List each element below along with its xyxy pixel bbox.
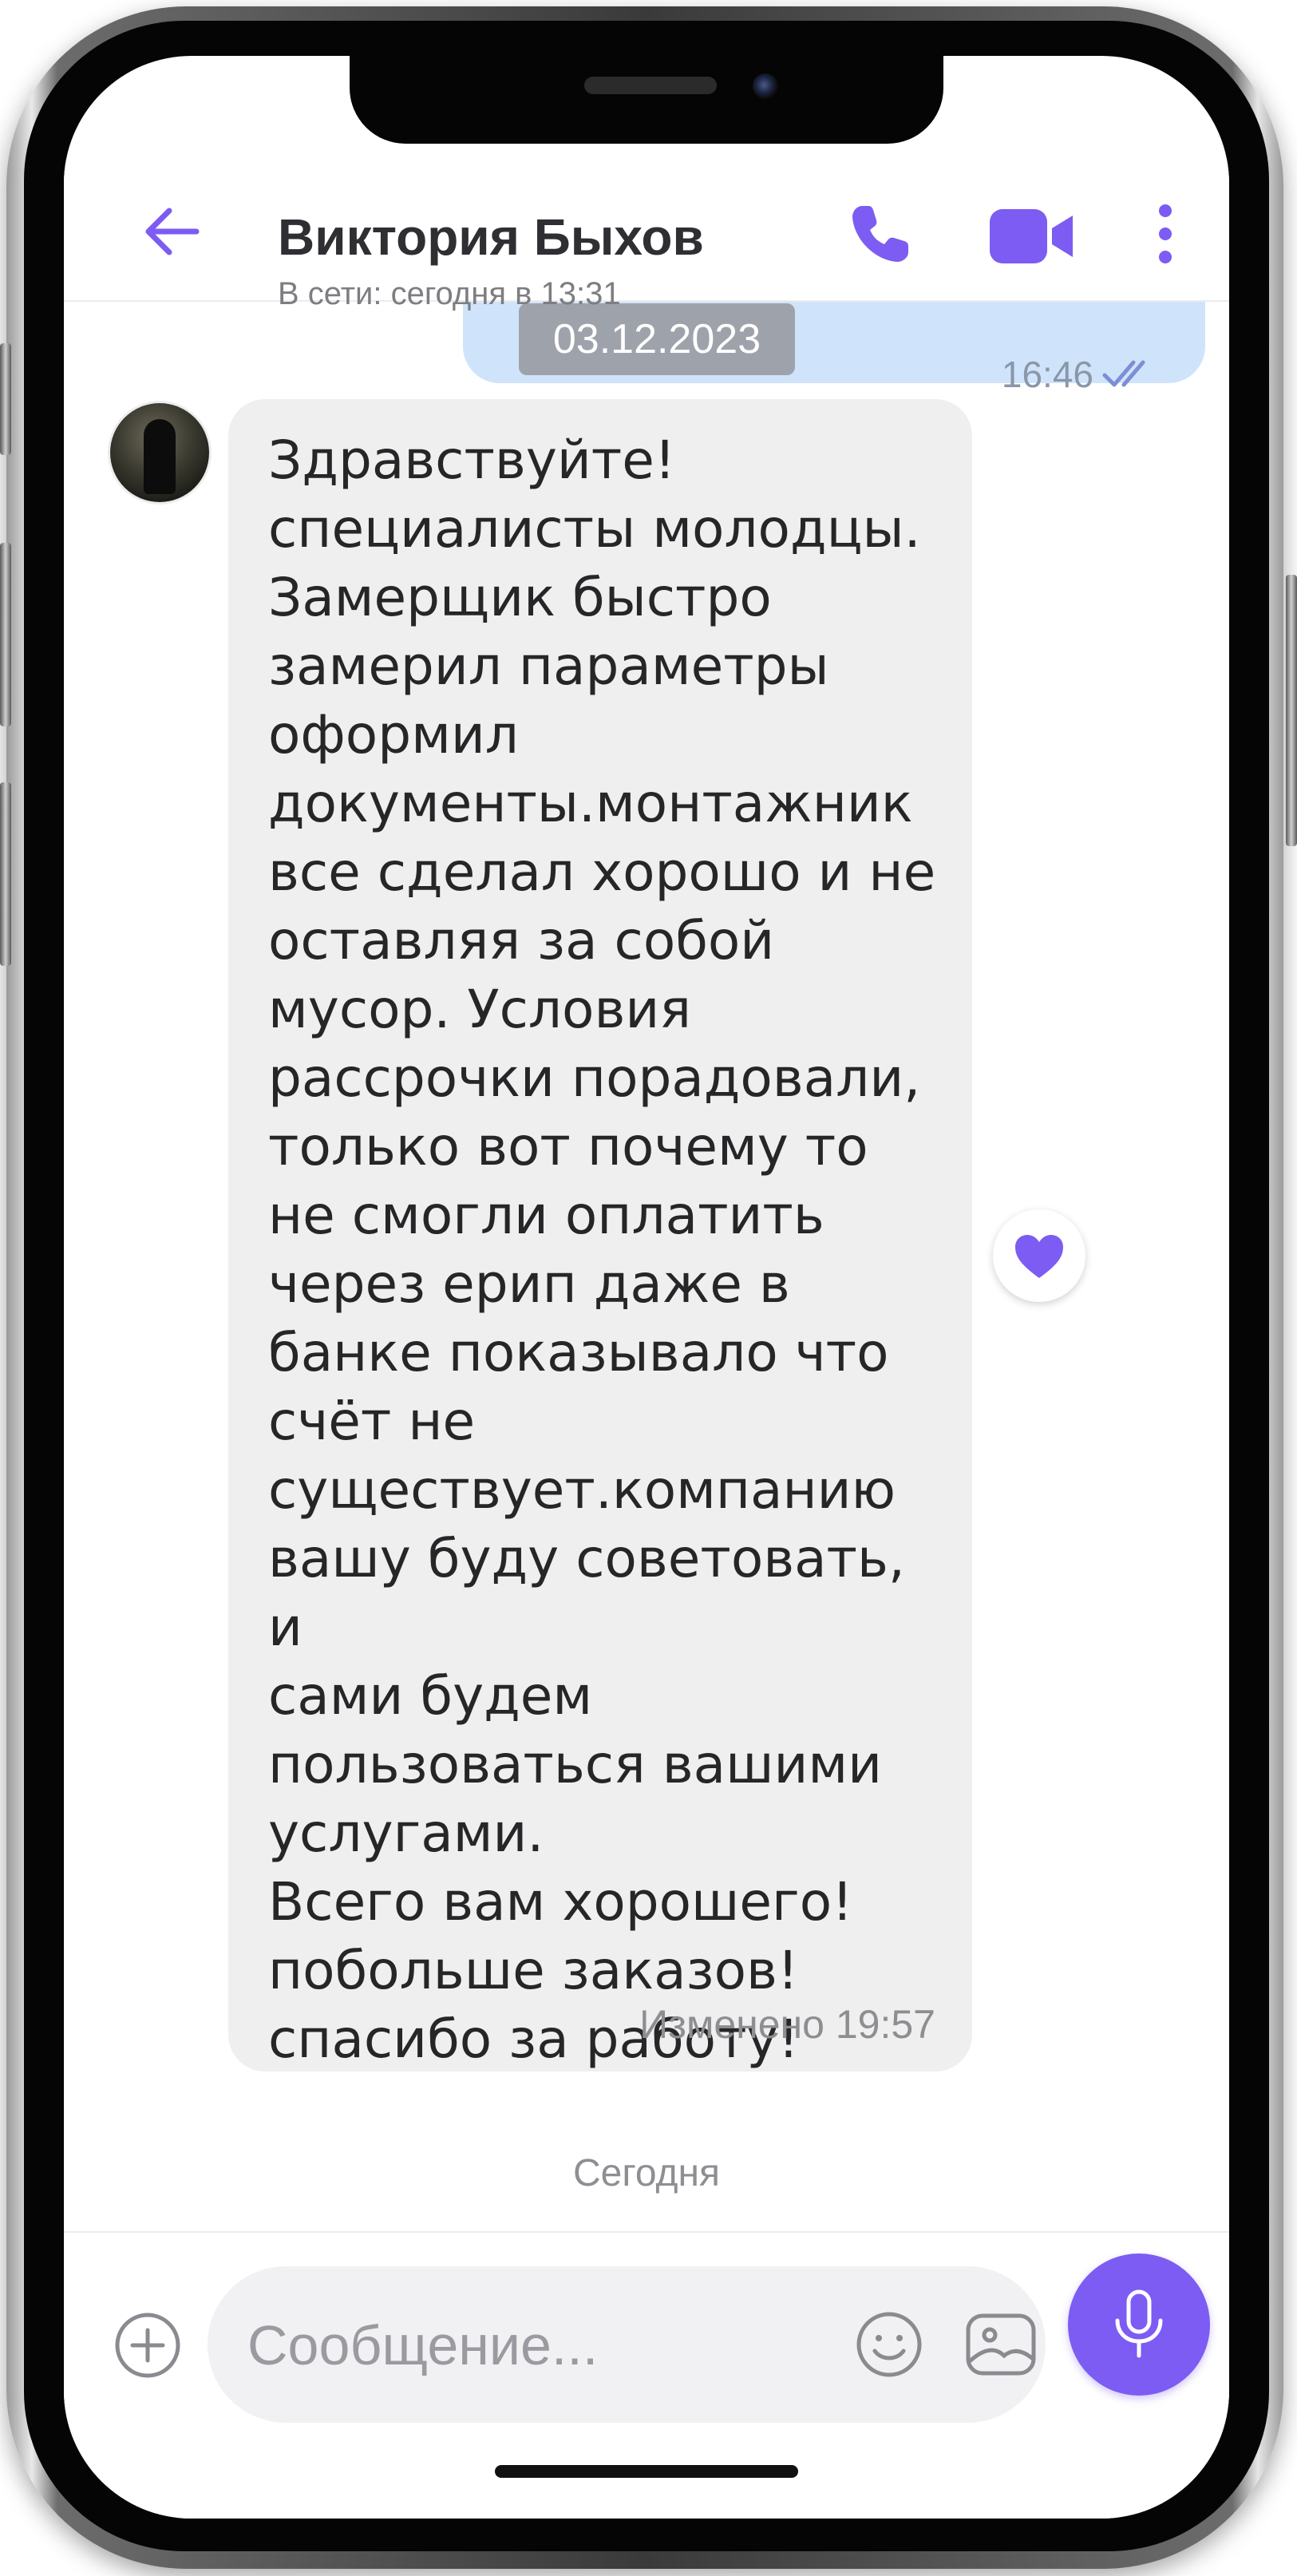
back-arrow-icon[interactable]: [140, 200, 204, 263]
emoji-icon[interactable]: [854, 2309, 924, 2380]
side-button: [1286, 575, 1297, 846]
contact-status: В сети: сегодня в 13:31: [278, 276, 621, 311]
double-check-icon: [1102, 360, 1145, 387]
chat-header: Виктория Быхов В сети: сегодня в 13:31: [64, 160, 1229, 311]
phone-icon[interactable]: [846, 200, 915, 268]
voice-message-button[interactable]: [1068, 2254, 1210, 2396]
side-button: [0, 782, 11, 966]
plus-circle-icon[interactable]: [113, 2311, 182, 2380]
message-meta: Изменено 19:57: [639, 2002, 935, 2047]
avatar[interactable]: [110, 403, 209, 502]
message-time: 16:46: [1001, 354, 1093, 395]
chat-area: 16:46 03.12.2023 Здравствуйте! специалис…: [64, 56, 1229, 2519]
video-camera-icon[interactable]: [988, 206, 1076, 267]
more-vertical-icon[interactable]: [1149, 200, 1181, 268]
message-text: Здравствуйте! специалисты молодцы. Замер…: [268, 429, 936, 2070]
front-camera: [753, 73, 778, 99]
message-composer: [64, 2231, 1229, 2519]
like-reaction-button[interactable]: [993, 1209, 1085, 1302]
speaker: [584, 77, 717, 94]
gallery-icon[interactable]: [964, 2309, 1038, 2380]
heart-icon: [1015, 1235, 1063, 1278]
incoming-message-bubble[interactable]: Здравствуйте! специалисты молодцы. Замер…: [228, 399, 972, 2071]
screen: 16:46 03.12.2023 Здравствуйте! специалис…: [64, 56, 1229, 2519]
message-input[interactable]: [246, 2298, 760, 2392]
home-indicator: [495, 2465, 798, 2478]
side-button: [0, 543, 11, 726]
side-button: [0, 343, 11, 455]
date-separator: 03.12.2023: [519, 303, 795, 375]
contact-name[interactable]: Виктория Быхов: [278, 208, 704, 267]
microphone-icon: [1115, 2289, 1163, 2358]
message-input-container: [208, 2266, 1046, 2423]
day-separator: Сегодня: [573, 2152, 720, 2194]
notch: [350, 56, 943, 144]
avatar-figure: [144, 419, 176, 494]
